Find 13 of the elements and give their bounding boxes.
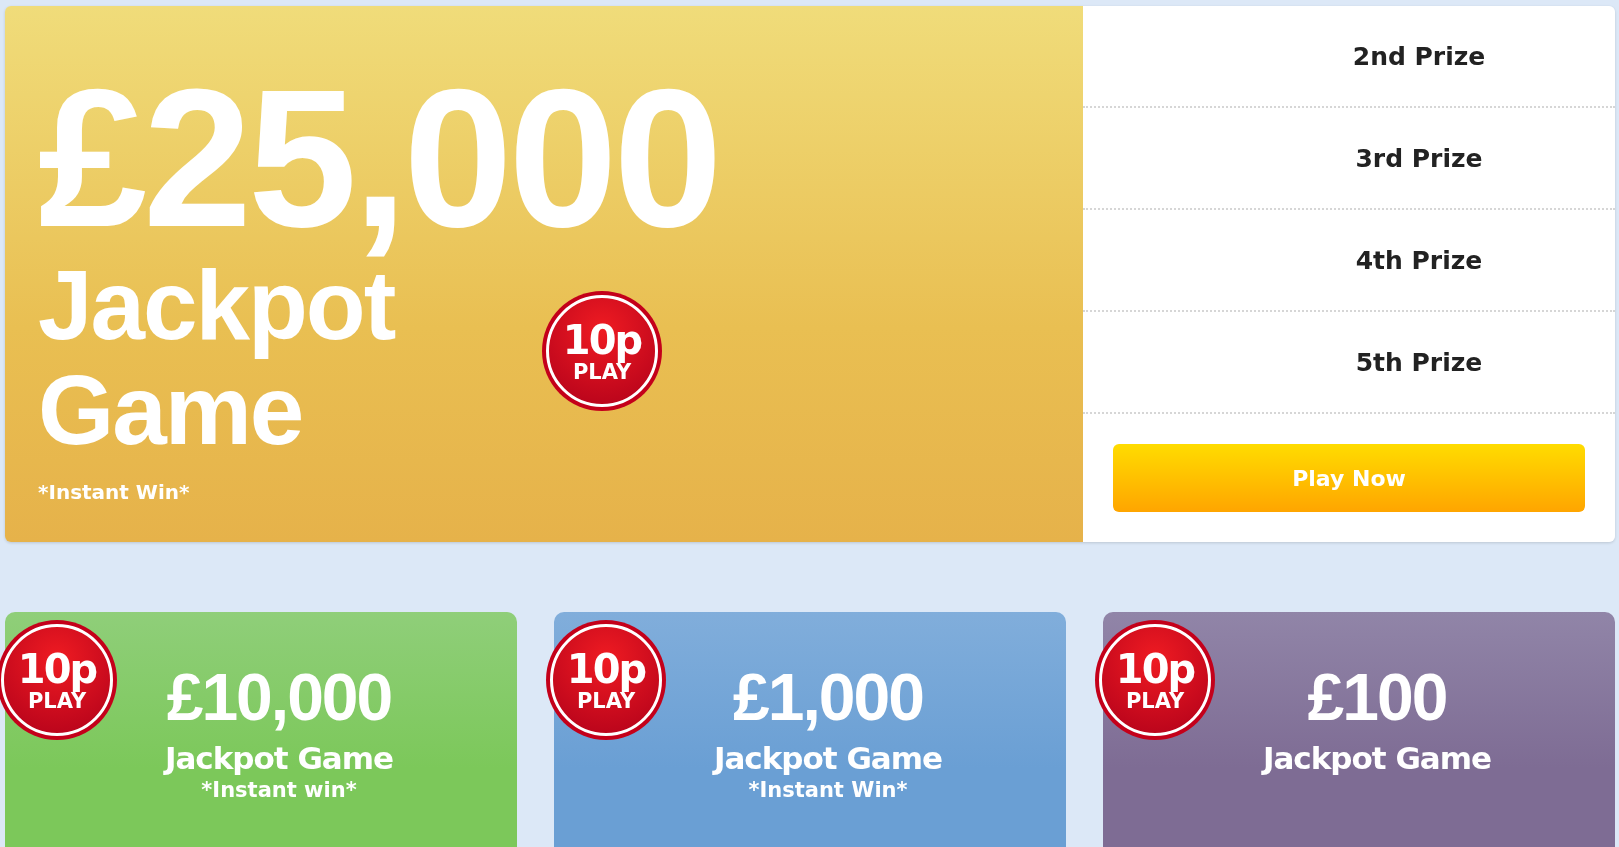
- jackpot-subtitle: *Instant Win*: [38, 480, 190, 505]
- prize-label: 3rd Prize: [1355, 143, 1483, 173]
- game-subtitle: *Instant Win*: [748, 778, 908, 802]
- prize-label: 4th Prize: [1355, 245, 1483, 275]
- game-amount: £100: [1307, 664, 1447, 730]
- prize-label: 2nd Prize: [1352, 41, 1486, 71]
- game-title: Jackpot Game: [164, 740, 394, 776]
- game-amount: £10,000: [166, 664, 392, 730]
- prize-label: 5th Prize: [1355, 347, 1483, 377]
- game-amount: £1,000: [733, 664, 923, 730]
- game-subtitle: *Instant win*: [201, 778, 357, 802]
- game-title: Jackpot Game: [1262, 740, 1492, 776]
- game-title: Jackpot Game: [713, 740, 943, 776]
